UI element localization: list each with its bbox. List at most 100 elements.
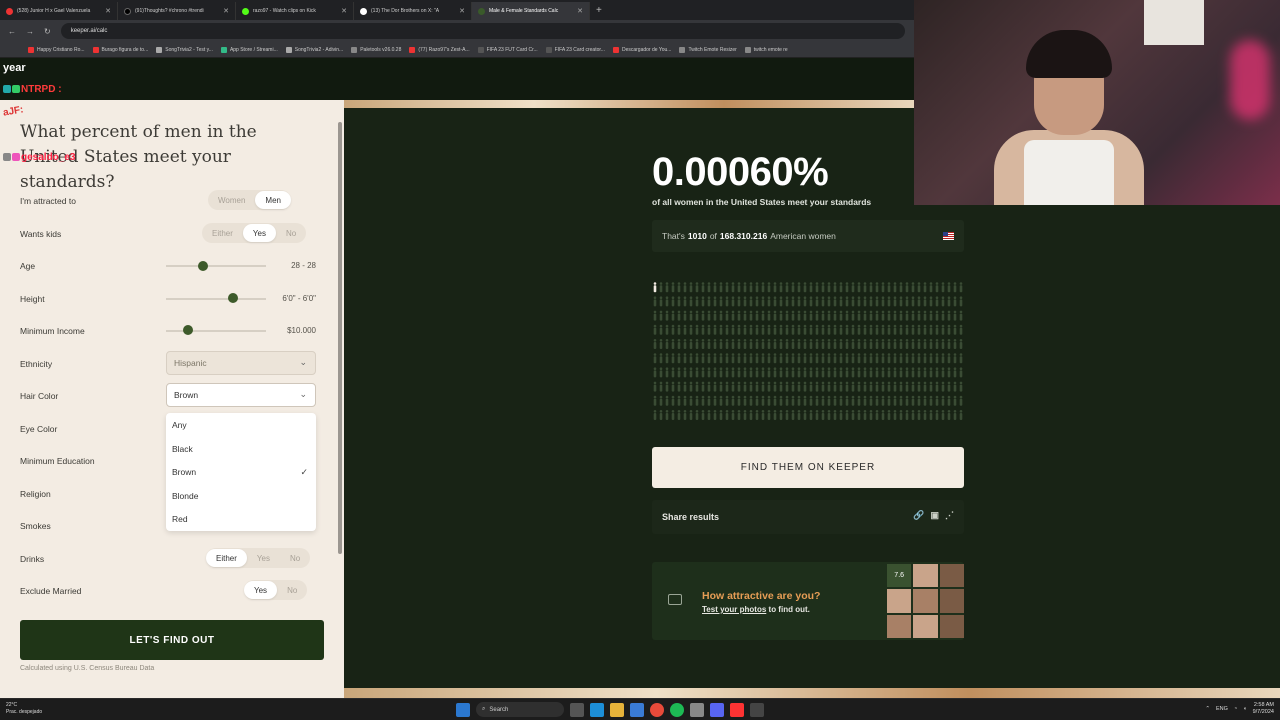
close-icon[interactable]: ✕ (341, 7, 347, 15)
bookmark[interactable]: Paletools v26.0.28 (351, 46, 401, 53)
person-figure (923, 395, 927, 406)
chevron-up-icon[interactable]: ⌃ (1205, 706, 1210, 712)
forward-icon[interactable]: → (26, 27, 34, 36)
option-women[interactable]: Women (208, 191, 255, 209)
find-them-on-keeper-button[interactable]: FIND THEM ON KEEPER (652, 447, 964, 488)
person-figure (929, 310, 933, 321)
chat-line: aJF: (2, 104, 24, 118)
close-icon[interactable]: ✕ (577, 7, 583, 15)
income-label: Minimum Income (20, 326, 85, 336)
person-figure (767, 339, 771, 349)
person-figure (893, 381, 897, 392)
option-either[interactable]: Either (206, 549, 247, 567)
chrome-icon[interactable] (650, 702, 664, 717)
browser-tab[interactable]: razo97 - Watch clips on Kick ✕ (236, 2, 354, 20)
ethnicity-select[interactable]: Hispanic ⌄ (166, 351, 316, 375)
back-icon[interactable]: ← (8, 27, 16, 36)
person-figure (863, 367, 867, 378)
option-yes[interactable]: Yes (242, 224, 276, 242)
reload-icon[interactable]: ↻ (44, 27, 51, 36)
option-no[interactable]: No (276, 224, 306, 242)
age-slider-handle[interactable] (198, 261, 208, 271)
share-icon[interactable]: ⋰ (945, 510, 954, 521)
bookmark[interactable]: App Store / Streami... (220, 46, 278, 53)
option-yes[interactable]: Yes (247, 549, 280, 567)
close-icon[interactable]: ✕ (223, 7, 229, 15)
bookmark[interactable]: Descargador de You... (612, 46, 671, 53)
option-any[interactable]: Any (172, 420, 187, 430)
link-icon[interactable]: 🔗 (913, 510, 924, 521)
option-yes[interactable]: Yes (244, 581, 278, 599)
bookmark[interactable]: (77) Razo97's Zest-A... (409, 46, 470, 53)
person-figure (911, 353, 915, 364)
form-scrollbar[interactable] (338, 122, 342, 554)
weather-widget[interactable]: 22°C Prac. despejado (6, 702, 42, 716)
bookmark[interactable]: Twitch Emote Resizer (679, 46, 737, 53)
close-icon[interactable]: ✕ (459, 7, 465, 15)
browser-tab-active[interactable]: Male & Female Standards Calc ✕ (472, 2, 590, 20)
new-tab-icon[interactable]: + (596, 5, 602, 16)
option-either[interactable]: Either (202, 224, 243, 242)
hair-select[interactable]: Brown ⌄ (166, 383, 316, 407)
obs-icon[interactable] (750, 702, 764, 717)
bookmark[interactable]: SongTrivia2 - Adivin... (285, 46, 343, 53)
chevron-down-icon: ⌄ (299, 357, 307, 367)
option-brown[interactable]: Brown (172, 467, 196, 477)
option-men[interactable]: Men (255, 191, 291, 209)
bookmark[interactable]: twitch emote re (744, 46, 788, 53)
bookmark[interactable]: Happy Cristiano Ro... (28, 46, 85, 53)
language-indicator[interactable]: ENG (1216, 706, 1228, 712)
person-figure (755, 410, 759, 420)
badge-icon (3, 153, 11, 162)
person-figure (869, 395, 873, 406)
browser-tab[interactable]: (13) The Dor Brothers on X: "A ✕ (354, 2, 472, 20)
system-tray: ⌃ ENG ◔ ◖ 2:58 AM 9/7/2024 (1205, 702, 1274, 716)
spotify-icon[interactable] (670, 702, 684, 717)
discord-icon[interactable] (710, 702, 724, 717)
person-figure (911, 381, 915, 392)
browser-tab[interactable]: (91)Thoughts? #chrono #trendi ✕ (118, 2, 236, 20)
share-label: Share results (662, 512, 720, 522)
edge-icon[interactable] (590, 702, 604, 717)
person-figure (677, 367, 681, 378)
volume-icon[interactable]: ◖ (1243, 706, 1246, 712)
option-blonde[interactable]: Blonde (172, 491, 198, 501)
option-red[interactable]: Red (172, 514, 188, 524)
browser-tab[interactable]: (528) Junior H x Gael Valenzuela ✕ (0, 2, 118, 20)
task-view-icon[interactable] (570, 702, 584, 717)
option-black[interactable]: Black (172, 444, 193, 454)
person-figure (689, 310, 693, 321)
income-slider-handle[interactable] (183, 325, 193, 335)
person-figure (881, 367, 885, 378)
start-icon[interactable] (456, 702, 470, 717)
lets-find-out-button[interactable]: LET'S FIND OUT (20, 620, 324, 660)
person-figure (917, 282, 921, 293)
close-icon[interactable]: ✕ (105, 7, 111, 15)
address-bar: ← → ↻ keeper.ai/calc (0, 20, 915, 42)
clock[interactable]: 2:58 AM 9/7/2024 (1253, 702, 1274, 716)
attractiveness-promo[interactable]: How attractive are you? Test your photos… (652, 562, 964, 640)
store-icon[interactable] (630, 702, 644, 717)
steam-icon[interactable] (690, 702, 704, 717)
person-figure (815, 381, 819, 392)
person-figure (839, 353, 843, 364)
person-figure (701, 339, 705, 349)
attracted-toggle: Women Men (208, 190, 291, 210)
option-no[interactable]: No (277, 581, 307, 599)
wifi-icon[interactable]: ◔ (1234, 706, 1237, 712)
music-icon[interactable] (730, 702, 744, 717)
option-no[interactable]: No (280, 549, 310, 567)
bookmark[interactable]: SongTrivia2 - Test y... (156, 46, 213, 53)
bookmark[interactable]: Burago figura de to... (92, 46, 148, 53)
bookmark[interactable]: FIFA 23 Card creator... (545, 46, 605, 53)
promo-link[interactable]: Test your photos (702, 605, 766, 614)
person-figure (683, 310, 687, 321)
taskbar-search[interactable]: ⌕ Search (476, 702, 564, 717)
url-input[interactable]: keeper.ai/calc (60, 23, 905, 39)
person-figure (959, 282, 963, 293)
image-icon[interactable]: ▣ (930, 510, 939, 521)
folder-icon[interactable] (610, 702, 624, 717)
person-figure (755, 367, 759, 378)
person-figure (947, 310, 951, 321)
bookmark[interactable]: FIFA 23 FUT Card Cr... (477, 46, 538, 53)
